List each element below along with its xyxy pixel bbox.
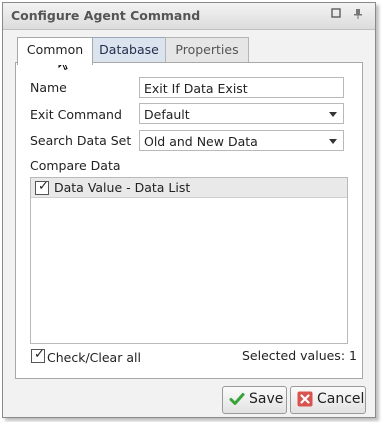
maximize-icon[interactable] bbox=[329, 8, 343, 22]
search-data-set-label: Search Data Set bbox=[30, 133, 132, 148]
exit-command-value: Default bbox=[144, 107, 190, 122]
configure-agent-command-dialog: Configure Agent Command Common Database … bbox=[2, 2, 376, 418]
tab-properties[interactable]: Properties bbox=[165, 37, 249, 63]
window-title: Configure Agent Command bbox=[11, 8, 201, 23]
checkmark-icon: ✓ bbox=[38, 179, 49, 194]
save-button[interactable]: Save bbox=[222, 386, 287, 414]
search-data-set-value: Old and New Data bbox=[144, 134, 258, 149]
checkmark-icon bbox=[229, 391, 245, 407]
chevron-down-icon[interactable] bbox=[329, 139, 337, 144]
selected-values-count: Selected values: 1 bbox=[242, 348, 357, 363]
name-field[interactable]: Exit If Data Exist bbox=[139, 77, 344, 98]
cancel-button[interactable]: Cancel bbox=[290, 386, 366, 414]
exit-command-select[interactable]: Default bbox=[139, 103, 344, 124]
compare-data-list[interactable]: ✓ Data Value - Data List bbox=[30, 177, 348, 344]
tab-common-label: Common bbox=[26, 42, 84, 57]
list-item[interactable]: ✓ Data Value - Data List bbox=[31, 178, 347, 198]
tab-database[interactable]: Database bbox=[91, 37, 167, 63]
compare-data-label: Compare Data bbox=[30, 158, 121, 173]
name-field-value: Exit If Data Exist bbox=[144, 81, 248, 96]
tab-common[interactable]: Common bbox=[17, 37, 93, 65]
pin-icon[interactable] bbox=[351, 8, 365, 22]
close-icon bbox=[297, 391, 313, 407]
tab-database-label: Database bbox=[99, 42, 159, 57]
chevron-down-icon[interactable] bbox=[329, 112, 337, 117]
check-clear-all-label[interactable]: Check/Clear all bbox=[47, 350, 141, 365]
save-button-label: Save bbox=[249, 391, 284, 407]
list-item-checkbox[interactable]: ✓ bbox=[35, 179, 49, 195]
search-data-set-select[interactable]: Old and New Data bbox=[139, 130, 344, 151]
list-item-label: Data Value - Data List bbox=[54, 180, 191, 195]
name-label: Name bbox=[30, 80, 67, 95]
title-bar: Configure Agent Command bbox=[3, 3, 375, 30]
cancel-button-label: Cancel bbox=[317, 391, 365, 407]
checkmark-icon: ✓ bbox=[34, 347, 45, 362]
exit-command-label: Exit Command bbox=[30, 107, 122, 122]
common-tab-panel: Name Exit If Data Exist Exit Command Def… bbox=[15, 62, 363, 379]
check-clear-all-checkbox[interactable]: ✓ bbox=[31, 347, 45, 363]
tab-properties-label: Properties bbox=[175, 42, 239, 57]
